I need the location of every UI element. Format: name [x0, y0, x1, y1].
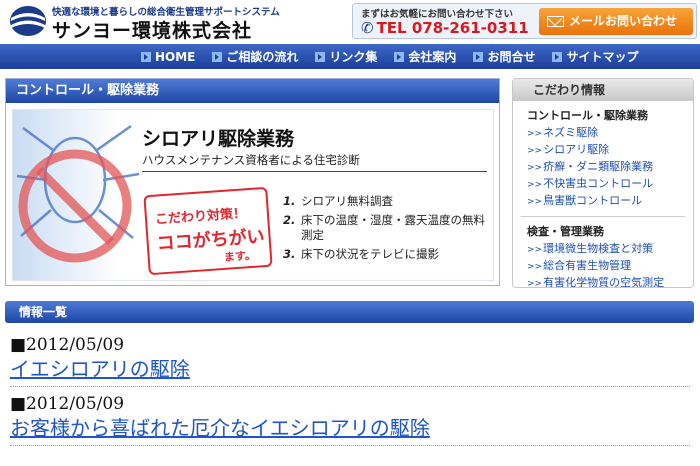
- feature-number: 1.: [283, 194, 296, 208]
- nav-label: ご相談の流れ: [226, 50, 299, 64]
- nav-item-company[interactable]: 会社案内: [394, 48, 456, 65]
- nav-item-links[interactable]: リンク集: [315, 48, 377, 65]
- nav-item-home[interactable]: HOME: [141, 50, 195, 64]
- nav-label: お問合せ: [487, 50, 536, 64]
- feature-number: 2.: [283, 213, 296, 227]
- info-link[interactable]: イエシロアリの駆除: [10, 357, 190, 381]
- sidebar-link-bird-control[interactable]: >>鳥害獣コントロール: [513, 193, 693, 210]
- feature-badge: こだわり対策！ ココがちがい ます。: [143, 186, 273, 276]
- link-arrow-icon: >>: [527, 279, 543, 288]
- mail-inquiry-button[interactable]: メールお問い合わせ: [539, 8, 693, 35]
- sidebar-link-label: 環境微生物検査と対策: [543, 242, 654, 255]
- nav-arrow-icon: [473, 51, 484, 62]
- link-arrow-icon: >>: [527, 163, 543, 173]
- sidebar-link-nuisance-pest[interactable]: >>不快害虫コントロール: [513, 176, 693, 193]
- phone-icon: ✆: [361, 19, 374, 37]
- phone-number: ✆ TEL 078-261-0311: [361, 19, 529, 37]
- mail-inquiry-label: メールお問い合わせ: [569, 14, 678, 28]
- banner-title: シロアリ駆除業務: [142, 128, 295, 150]
- nav-item-contact[interactable]: お問合せ: [473, 48, 535, 65]
- feature-text: シロアリ無料調査: [301, 194, 393, 208]
- info-date: ■2012/05/09: [10, 394, 125, 414]
- service-panel: コントロール・駆除業務 シロアリ駆除業務 ハウスメンテナンス資格者による住宅診断…: [5, 78, 500, 286]
- sidebar-link-label: 疥癬・ダニ類駆除業務: [543, 160, 654, 173]
- nav-label: HOME: [155, 49, 196, 64]
- banner-subtitle: ハウスメンテナンス資格者による住宅診断: [142, 152, 487, 172]
- sidebar-category: 検査・管理業務: [527, 225, 604, 238]
- sidebar-link-label: ネズミ駆除: [543, 126, 599, 139]
- link-arrow-icon: >>: [527, 245, 543, 255]
- nav-arrow-icon: [552, 51, 563, 62]
- sidebar-title: こだわり情報: [513, 79, 693, 101]
- link-arrow-icon: >>: [527, 197, 543, 207]
- badge-line-3: ます。: [223, 248, 257, 264]
- link-arrow-icon: >>: [527, 180, 543, 190]
- sidebar-link-label: シロアリ駆除: [543, 143, 610, 156]
- sidebar-link-label: 鳥害獣コントロール: [543, 194, 643, 207]
- phone-number-text: TEL 078-261-0311: [376, 19, 529, 37]
- nav-arrow-icon: [141, 51, 151, 62]
- sidebar-category: コントロール・駆除業務: [527, 109, 648, 122]
- nav-arrow-icon: [315, 51, 326, 62]
- nav-label: リンク集: [329, 50, 378, 64]
- info-list: ■2012/05/09 イエシロアリの駆除 ■2012/05/09 お客様から喜…: [10, 334, 690, 452]
- list-item: ■2012/05/09 イエシロアリの駆除: [10, 334, 690, 387]
- termite-banner[interactable]: シロアリ駆除業務 ハウスメンテナンス資格者による住宅診断 こだわり対策！ ココが…: [12, 109, 494, 281]
- link-arrow-icon: >>: [527, 129, 543, 139]
- feature-text: 床下の状況をテレビに撮影: [301, 247, 439, 261]
- company-logo-icon[interactable]: [8, 4, 48, 38]
- sidebar-link-label: 有害化学物質の空気測定: [543, 276, 665, 288]
- contact-note: まずはお気軽にお問い合わせ下さい: [361, 9, 514, 20]
- global-nav: HOME ご相談の流れ リンク集 会社案内 お問合せ サイトマップ: [0, 44, 700, 69]
- section-title: コントロール・駆除業務: [6, 79, 499, 103]
- feature-item: 1. シロアリ無料調査: [283, 194, 493, 209]
- feature-item: 2. 床下の温度・湿度・露天温度の無料測定: [283, 213, 493, 243]
- info-date: ■2012/05/09: [10, 335, 125, 355]
- nav-item-sitemap[interactable]: サイトマップ: [552, 48, 638, 65]
- sidebar-link-rat-control[interactable]: >>ネズミ駆除: [513, 125, 693, 142]
- sidebar-link-air-measurement[interactable]: >>有害化学物質の空気測定: [513, 275, 693, 288]
- feature-list: 1. シロアリ無料調査 2. 床下の温度・湿度・露天温度の無料測定 3. 床下の状況を…: [283, 194, 493, 266]
- nav-arrow-icon: [212, 51, 223, 62]
- list-item: ■2012/05/09 お客様から喜ばれた厄介なイエシロアリの駆除: [10, 393, 690, 446]
- sidebar-link-label: 不快害虫コントロール: [543, 177, 654, 190]
- info-link[interactable]: お客様から喜ばれた厄介なイエシロアリの駆除: [10, 416, 430, 440]
- site-header: 快適な環境と暮らしの総合衛生管理サポートシステム サンヨー環境株式会社 まずはお…: [0, 0, 700, 44]
- sidebar-link-termite-control[interactable]: >>シロアリ駆除: [513, 142, 693, 159]
- sidebar-link-mite-control[interactable]: >>疥癬・ダニ類駆除業務: [513, 159, 693, 176]
- feature-number: 3.: [283, 247, 296, 261]
- mail-icon: [547, 16, 564, 27]
- nav-item-consultation-flow[interactable]: ご相談の流れ: [212, 48, 298, 65]
- company-name[interactable]: サンヨー環境株式会社: [52, 16, 252, 43]
- sidebar-link-microbe-testing[interactable]: >>環境微生物検査と対策: [513, 241, 693, 258]
- sidebar-link-label: 総合有害生物管理: [543, 259, 632, 272]
- feature-info-sidebar: こだわり情報 コントロール・駆除業務 >>ネズミ駆除 >>シロアリ駆除 >>疥癬…: [512, 78, 694, 288]
- nav-label: サイトマップ: [566, 50, 639, 64]
- info-list-title: 情報一覧: [5, 301, 694, 323]
- feature-text: 床下の温度・湿度・露天温度の無料測定: [301, 213, 485, 242]
- feature-item: 3. 床下の状況をテレビに撮影: [283, 247, 493, 262]
- link-arrow-icon: >>: [527, 146, 543, 156]
- sidebar-link-integrated-pest[interactable]: >>総合有害生物管理: [513, 258, 693, 275]
- nav-label: 会社案内: [408, 50, 457, 64]
- contact-box: まずはお気軽にお問い合わせ下さい ✆ TEL 078-261-0311 メールお問…: [352, 3, 697, 39]
- nav-arrow-icon: [394, 51, 405, 62]
- link-arrow-icon: >>: [527, 262, 543, 272]
- no-termite-icon: [16, 124, 140, 263]
